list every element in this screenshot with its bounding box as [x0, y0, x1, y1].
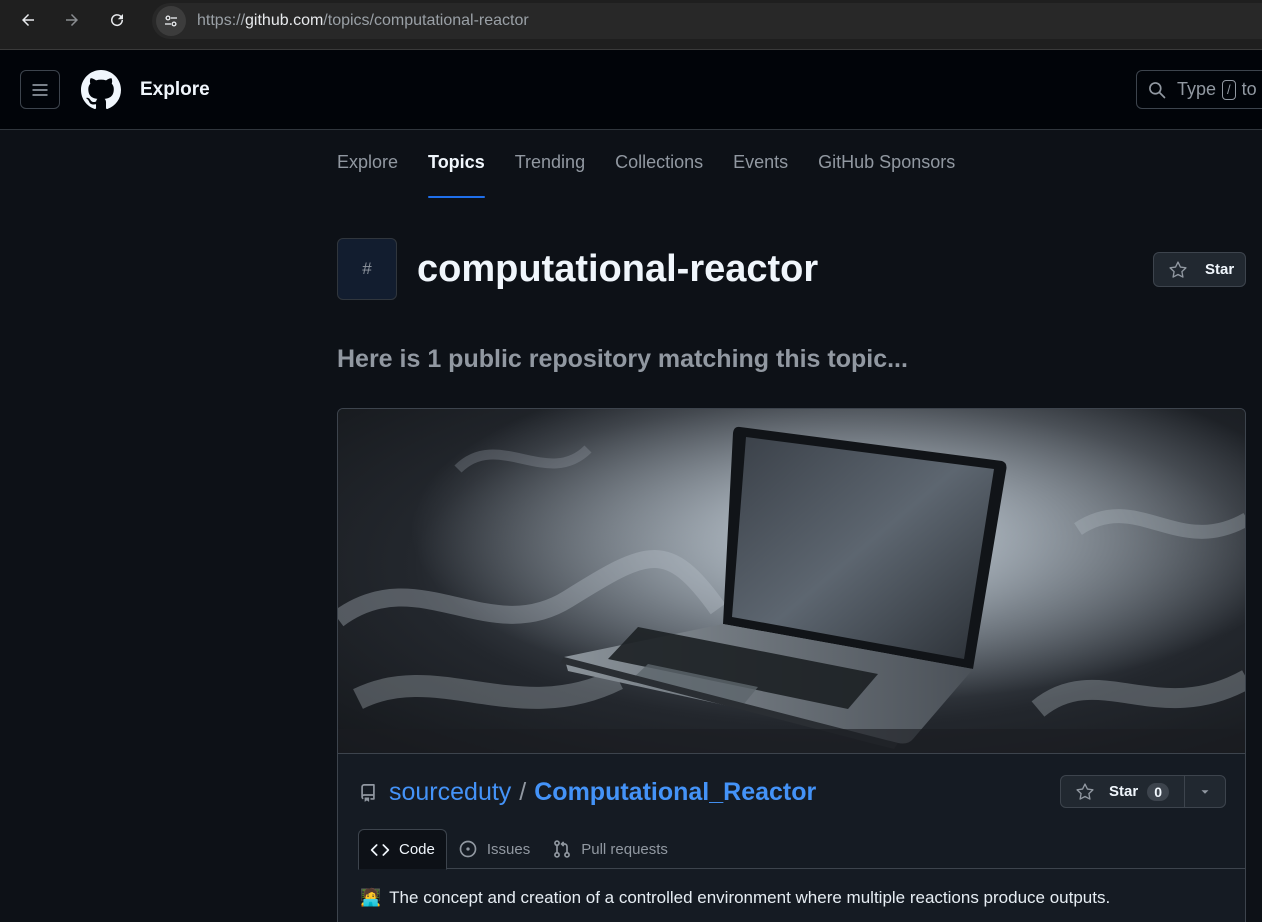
issue-opened-icon	[459, 840, 477, 858]
repo-owner-link[interactable]: sourceduty	[389, 778, 511, 807]
tab-trending[interactable]: Trending	[515, 152, 585, 198]
technologist-emoji-icon: 🧑‍💻	[360, 888, 382, 907]
github-logo-icon[interactable]	[81, 70, 121, 110]
star-repo-button-group: Star 0	[1060, 775, 1226, 808]
search-shortcut-key: /	[1222, 79, 1236, 100]
star-icon	[1076, 782, 1094, 800]
url-scheme: https://	[197, 12, 246, 29]
back-arrow-icon[interactable]	[16, 8, 40, 32]
repo-social-preview-image[interactable]	[338, 409, 1245, 753]
url-host: github.com	[245, 12, 324, 29]
repo-icon	[361, 783, 375, 802]
tab-issues-label: Issues	[486, 840, 531, 858]
git-pull-request-icon	[554, 840, 571, 858]
address-bar[interactable]: https://github.com/topics/computational-…	[152, 3, 1262, 39]
explore-subnav: Explore Topics Trending Collections Even…	[337, 152, 985, 198]
star-list-dropdown[interactable]	[1185, 776, 1225, 807]
topic-hash-badge: #	[337, 238, 397, 300]
star-topic-label: Star	[1205, 261, 1235, 278]
url-text: https://github.com/topics/computational-…	[197, 12, 529, 30]
github-header: Explore Type/to s	[0, 50, 1262, 130]
search-icon	[1149, 81, 1166, 98]
tab-issues[interactable]: Issues	[447, 829, 541, 869]
menu-button[interactable]	[20, 70, 60, 109]
repo-separator: /	[519, 778, 527, 806]
search-prefix: Type	[1177, 79, 1217, 99]
tab-code[interactable]: Code	[358, 829, 447, 870]
tab-code-label: Code	[399, 841, 435, 858]
repo-card-body: sourceduty / Computational_Reactor Star …	[338, 753, 1245, 922]
reload-icon[interactable]	[105, 8, 129, 32]
star-repo-label: Star	[1109, 783, 1139, 800]
search-suffix: to s	[1241, 79, 1262, 99]
star-repo-button[interactable]: Star 0	[1061, 776, 1185, 807]
forward-arrow-icon[interactable]	[60, 8, 84, 32]
tab-collections[interactable]: Collections	[615, 152, 703, 198]
tab-explore[interactable]: Explore	[337, 152, 398, 198]
repo-description: 🧑‍💻 The concept and creation of a contro…	[360, 888, 1110, 908]
browser-toolbar: https://github.com/topics/computational-…	[0, 0, 1262, 42]
url-path: /topics/computational-reactor	[323, 12, 529, 29]
repo-heading: sourceduty / Computational_Reactor	[359, 778, 816, 807]
search-input[interactable]: Type/to s	[1136, 70, 1262, 109]
site-info-icon[interactable]	[156, 6, 186, 36]
repo-tabs: Code Issues Pull requests	[358, 829, 1245, 870]
repo-description-text: The concept and creation of a controlled…	[389, 888, 1111, 907]
star-topic-button[interactable]: Star	[1153, 252, 1246, 287]
code-icon	[370, 843, 390, 856]
page-title: computational-reactor	[417, 248, 819, 290]
tab-pull-requests-label: Pull requests	[581, 840, 668, 858]
repo-name-link[interactable]: Computational_Reactor	[534, 778, 816, 807]
star-icon	[1169, 260, 1187, 278]
tab-pull-requests[interactable]: Pull requests	[541, 829, 679, 869]
search-placeholder: Type/to s	[1177, 79, 1262, 100]
hamburger-icon	[32, 83, 48, 96]
header-title[interactable]: Explore	[140, 79, 210, 101]
tab-github-sponsors[interactable]: GitHub Sponsors	[818, 152, 955, 198]
tab-events[interactable]: Events	[733, 152, 788, 198]
repo-card: sourceduty / Computational_Reactor Star …	[337, 408, 1246, 922]
star-count-badge: 0	[1147, 782, 1169, 801]
toolbar-divider	[0, 42, 1262, 50]
laptop-in-smoke-illustration	[338, 409, 1245, 753]
triangle-down-icon	[1201, 789, 1209, 794]
tab-topics[interactable]: Topics	[428, 152, 485, 198]
results-summary: Here is 1 public repository matching thi…	[337, 345, 908, 373]
